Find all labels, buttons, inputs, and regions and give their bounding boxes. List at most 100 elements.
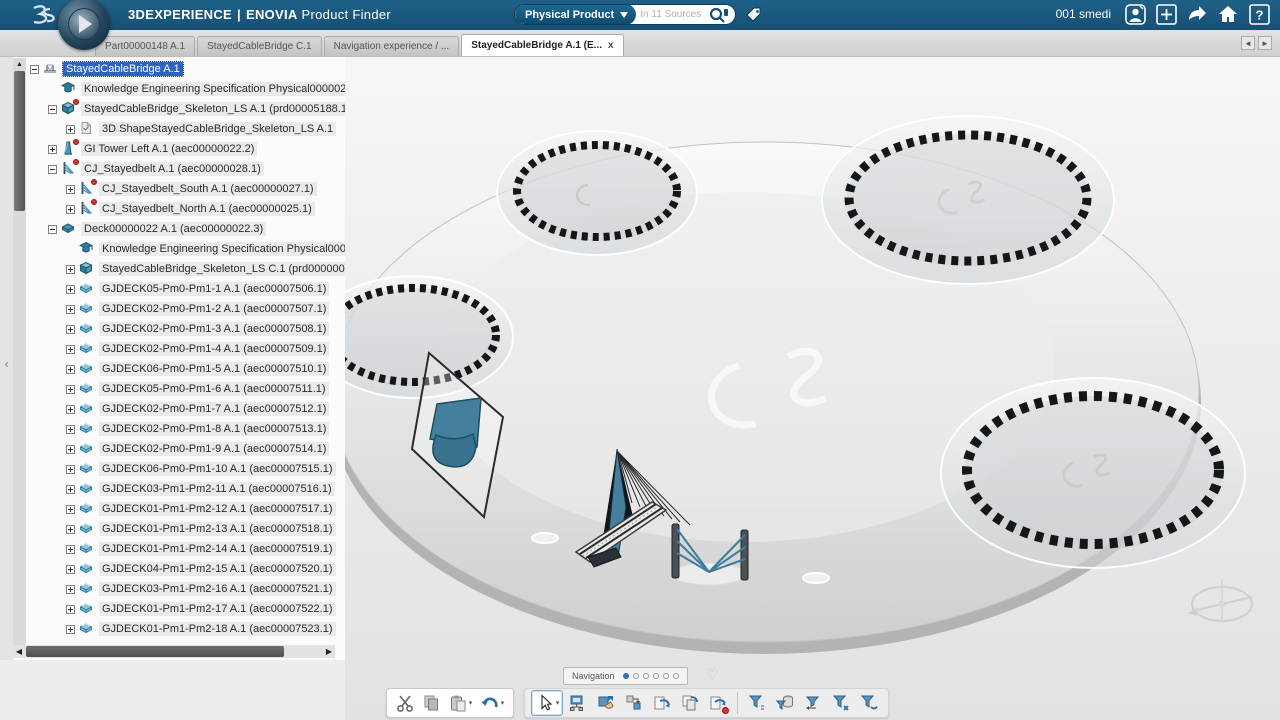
collapse-minus-icon[interactable] — [48, 165, 57, 174]
user-name[interactable]: 001 smedi — [1056, 7, 1111, 21]
expand-plus-icon[interactable] — [66, 345, 75, 354]
tree-item-11[interactable]: StayedCableBridge_Skeleton_LS C.1 (prd00… — [26, 259, 345, 279]
view-compass-icon[interactable] — [1188, 579, 1252, 623]
cut-button[interactable] — [392, 690, 418, 716]
expand-plus-icon[interactable] — [66, 265, 75, 274]
nav-dot-3[interactable] — [643, 673, 649, 679]
segment-ring-disc-topright[interactable] — [822, 116, 1114, 284]
filter-database-button[interactable] — [772, 690, 798, 716]
filter-subtract-button[interactable] — [856, 690, 882, 716]
expand-plus-icon[interactable] — [66, 445, 75, 454]
tree-item-25[interactable]: GJDECK01-Pm1-Pm2-14 A.1 (aec00007519.1) — [26, 539, 345, 559]
nav-dot-2[interactable] — [633, 673, 639, 679]
scroll-up-arrow-icon[interactable]: ▲ — [13, 58, 26, 70]
expand-plus-icon[interactable] — [66, 525, 75, 534]
open-in-new-button[interactable] — [649, 690, 675, 716]
expand-plus-icon[interactable] — [66, 545, 75, 554]
tree-item-8[interactable]: CJ_Stayedbelt_North A.1 (aec00000025.1) — [26, 199, 345, 219]
expand-plus-icon[interactable] — [66, 485, 75, 494]
share-icon[interactable] — [1186, 3, 1208, 25]
dropdown-arrow-icon[interactable]: ▾ — [469, 699, 473, 707]
tree-item-24[interactable]: GJDECK01-Pm1-Pm2-13 A.1 (aec00007518.1) — [26, 519, 345, 539]
expand-plus-icon[interactable] — [66, 505, 75, 514]
search-field[interactable]: Physical Product — [514, 4, 736, 25]
tree-item-14[interactable]: GJDECK02-Pm0-Pm1-3 A.1 (aec00007508.1) — [26, 319, 345, 339]
tree-item-5[interactable]: GI Tower Left A.1 (aec00000022.2) — [26, 139, 345, 159]
filter-tree-button[interactable] — [744, 690, 770, 716]
filter-swap-button[interactable] — [800, 690, 826, 716]
3d-compass-widget[interactable] — [58, 0, 110, 50]
tree-item-7[interactable]: CJ_Stayedbelt_South A.1 (aec00000027.1) — [26, 179, 345, 199]
profile-icon[interactable] — [1124, 3, 1146, 25]
tree-item-19[interactable]: GJDECK02-Pm0-Pm1-8 A.1 (aec00007513.1) — [26, 419, 345, 439]
expand-plus-icon[interactable] — [66, 585, 75, 594]
filter-add-button[interactable] — [828, 690, 854, 716]
compass-play-icon[interactable] — [79, 15, 92, 33]
tree-item-22[interactable]: GJDECK03-Pm1-Pm2-11 A.1 (aec00007516.1) — [26, 479, 345, 499]
tree-item-6[interactable]: CJ_Stayedbelt A.1 (aec00000028.1) — [26, 159, 345, 179]
tab-scroll-right-button[interactable]: ► — [1258, 36, 1272, 50]
tab-2[interactable]: StayedCableBridge C.1 — [197, 36, 322, 56]
tag-icon[interactable] — [744, 5, 764, 25]
expand-plus-icon[interactable] — [66, 425, 75, 434]
tree-item-16[interactable]: GJDECK06-Pm0-Pm1-5 A.1 (aec00007510.1) — [26, 359, 345, 379]
home-icon[interactable] — [1217, 3, 1239, 25]
add-content-icon[interactable] — [1155, 3, 1177, 25]
tab-1[interactable]: Part00000148 A.1 — [95, 36, 195, 56]
segment-ring-disc-topleft[interactable] — [497, 131, 697, 255]
tab-3[interactable]: Navigation experience / ... — [324, 36, 460, 56]
tree-item-4[interactable]: 3D ShapeStayedCableBridge_Skeleton_LS A.… — [26, 119, 345, 139]
tree-item-20[interactable]: GJDECK02-Pm0-Pm1-9 A.1 (aec00007514.1) — [26, 439, 345, 459]
expand-plus-icon[interactable] — [66, 185, 75, 194]
search-scope-dropdown[interactable]: Physical Product — [515, 4, 636, 25]
expand-plus-icon[interactable] — [66, 365, 75, 374]
segment-ring-disc-bottomright[interactable] — [941, 378, 1245, 568]
expand-plus-icon[interactable] — [48, 145, 57, 154]
expand-plus-icon[interactable] — [66, 305, 75, 314]
3ds-logo-icon[interactable] — [26, 3, 56, 27]
tree-item-23[interactable]: GJDECK01-Pm1-Pm2-12 A.1 (aec00007517.1) — [26, 499, 345, 519]
related-objects-button[interactable] — [621, 690, 647, 716]
duplicate-button[interactable] — [677, 690, 703, 716]
3d-viewport[interactable] — [345, 57, 1280, 720]
help-icon[interactable]: ? — [1248, 3, 1270, 25]
tree-horizontal-scrollbar[interactable]: ◀ ▶ — [13, 645, 335, 658]
expand-plus-icon[interactable] — [66, 385, 75, 394]
dropdown-arrow-icon[interactable]: ▾ — [556, 699, 560, 707]
search-icon[interactable] — [708, 6, 730, 24]
expand-plus-icon[interactable] — [66, 125, 75, 134]
collapse-minus-icon[interactable] — [48, 105, 57, 114]
expand-structure-button[interactable] — [565, 690, 591, 716]
paste-button[interactable]: ▾ — [444, 690, 476, 716]
expand-plus-icon[interactable] — [66, 465, 75, 474]
scroll-right-arrow-icon[interactable]: ▶ — [323, 645, 335, 658]
expand-plus-icon[interactable] — [66, 325, 75, 334]
nav-dot-4[interactable] — [653, 673, 659, 679]
horizontal-scroll-thumb[interactable] — [26, 646, 284, 657]
expand-plus-icon[interactable] — [66, 625, 75, 634]
tree-vertical-scrollbar[interactable]: ▲ — [13, 58, 26, 646]
tree-item-18[interactable]: GJDECK02-Pm0-Pm1-7 A.1 (aec00007512.1) — [26, 399, 345, 419]
tree-item-13[interactable]: GJDECK02-Pm0-Pm1-2 A.1 (aec00007507.1) — [26, 299, 345, 319]
tree-item-15[interactable]: GJDECK02-Pm0-Pm1-4 A.1 (aec00007509.1) — [26, 339, 345, 359]
tree-item-9[interactable]: Deck00000022 A.1 (aec00000022.3) — [26, 219, 345, 239]
tree-item-1[interactable]: StayedCableBridge A.1 — [26, 59, 345, 79]
tab-scroll-left-button[interactable]: ◄ — [1241, 36, 1255, 50]
collapse-minus-icon[interactable] — [30, 65, 39, 74]
expand-plus-icon[interactable] — [66, 405, 75, 414]
collapse-panel-button[interactable]: ‹ — [0, 352, 13, 374]
copy-button[interactable] — [418, 690, 444, 716]
tab-4[interactable]: StayedCableBridge A.1 (E...x — [461, 34, 623, 56]
nav-dot-5[interactable] — [663, 673, 669, 679]
nav-dot-1[interactable] — [623, 673, 629, 679]
expand-plus-icon[interactable] — [66, 565, 75, 574]
tree-item-12[interactable]: GJDECK05-Pm0-Pm1-1 A.1 (aec00007506.1) — [26, 279, 345, 299]
expand-plus-icon[interactable] — [66, 205, 75, 214]
vertical-scroll-thumb[interactable] — [14, 71, 25, 211]
collapse-minus-icon[interactable] — [48, 225, 57, 234]
undo-button[interactable]: ▾ — [476, 690, 508, 716]
tree-item-29[interactable]: GJDECK01-Pm1-Pm2-18 A.1 (aec00007523.1) — [26, 619, 345, 639]
scroll-left-arrow-icon[interactable]: ◀ — [13, 645, 25, 658]
tree-item-2[interactable]: Knowledge Engineering Specification Phys… — [26, 79, 345, 99]
heart-icon[interactable]: ♡ — [706, 666, 719, 683]
